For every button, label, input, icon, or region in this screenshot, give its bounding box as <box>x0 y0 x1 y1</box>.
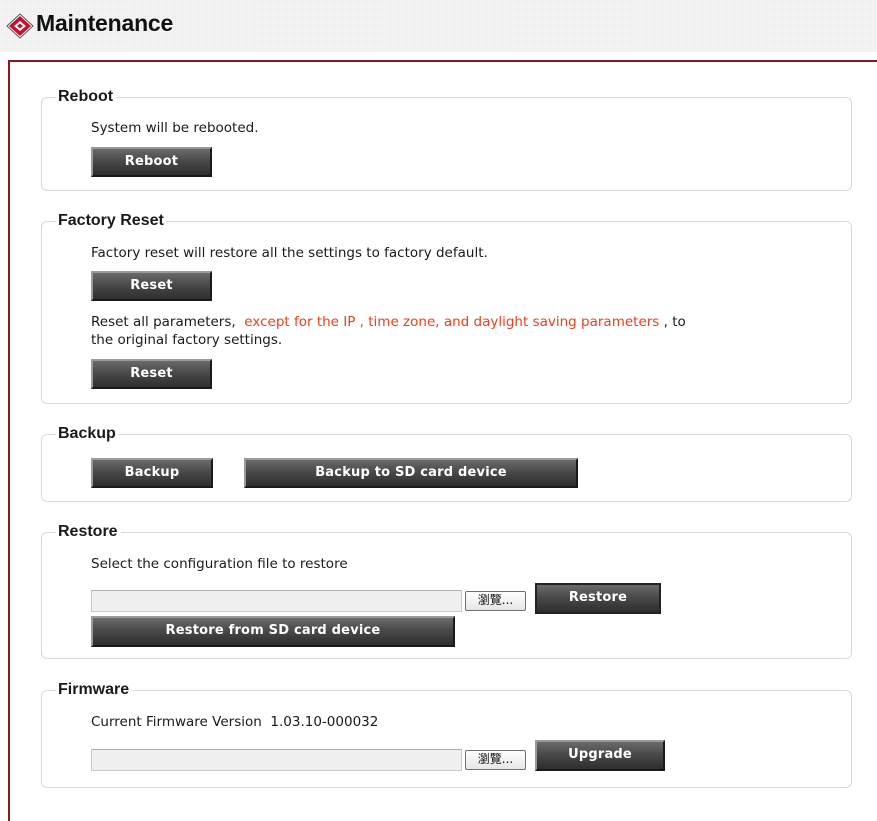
reboot-button[interactable]: Reboot <box>91 147 212 177</box>
restore-from-sd-button[interactable]: Restore from SD card device <box>91 616 455 647</box>
partial-reset-text-end: , to <box>663 314 686 330</box>
firmware-browse-button[interactable]: 瀏覽... <box>465 750 526 770</box>
factory-reset-button[interactable]: Reset <box>91 271 212 301</box>
firmware-version-label: Current Firmware Version <box>91 714 262 730</box>
upgrade-button[interactable]: Upgrade <box>535 740 665 771</box>
red-diamond-logo-icon <box>6 13 34 39</box>
restore-legend: Restore <box>58 523 118 540</box>
restore-file-input[interactable] <box>91 590 462 612</box>
backup-legend: Backup <box>58 425 116 442</box>
page-header: Maintenance <box>0 0 877 52</box>
restore-button[interactable]: Restore <box>535 583 661 614</box>
maintenance-page: Maintenance Reboot System will be reboot… <box>0 0 877 821</box>
partial-reset-button[interactable]: Reset <box>91 359 212 389</box>
reboot-legend: Reboot <box>58 88 114 105</box>
restore-browse-button[interactable]: 瀏覽... <box>465 591 526 611</box>
restore-description: Select the configuration file to restore <box>91 556 348 572</box>
partial-reset-description-line2: the original factory settings. <box>91 332 283 348</box>
firmware-section: Firmware <box>41 681 852 788</box>
firmware-version-text: Current Firmware Version 1.03.10-000032 <box>91 714 378 730</box>
firmware-version-value: 1.03.10-000032 <box>270 714 379 730</box>
firmware-legend: Firmware <box>58 681 130 698</box>
backup-button[interactable]: Backup <box>91 458 213 488</box>
page-title: Maintenance <box>36 10 174 36</box>
backup-to-sd-button[interactable]: Backup to SD card device <box>244 458 578 488</box>
reboot-description: System will be rebooted. <box>91 120 259 136</box>
partial-reset-description: Reset all parameters, except for the IP … <box>91 314 686 330</box>
partial-reset-exception-text: except for the IP , time zone, and dayli… <box>244 314 660 330</box>
partial-reset-text-start: Reset all parameters, <box>91 314 236 330</box>
firmware-file-input[interactable] <box>91 749 462 771</box>
factory-reset-legend: Factory Reset <box>58 212 164 229</box>
factory-reset-description: Factory reset will restore all the setti… <box>91 245 488 261</box>
